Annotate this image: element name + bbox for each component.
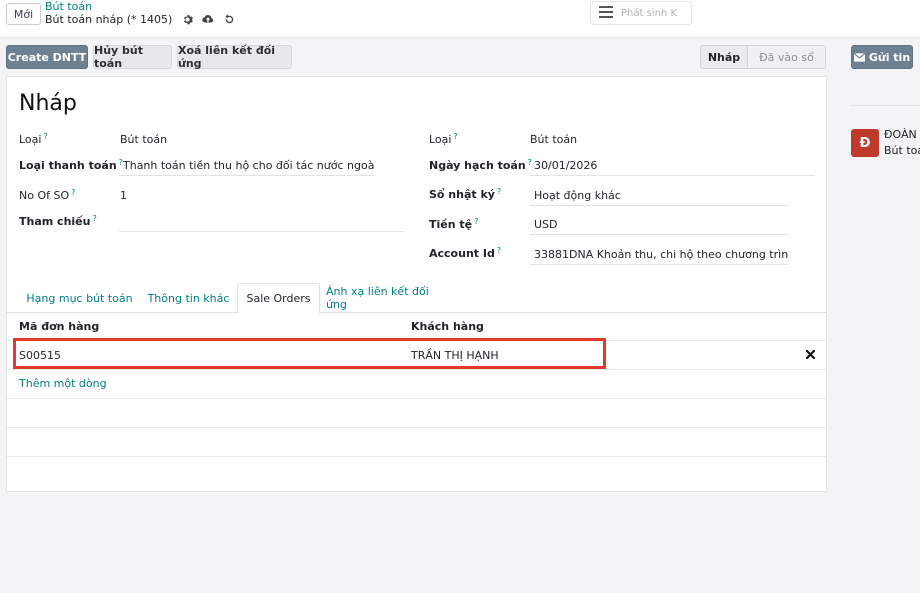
journal-field[interactable]: Hoạt động khác: [530, 186, 788, 206]
form-sheet: Nháp Loại? Bút toán Loại thanh toán? Tha…: [6, 76, 827, 492]
empty-row: [7, 428, 826, 457]
accounting-date-label-text: Ngày hạch toán: [429, 159, 526, 172]
discard-undo-icon[interactable]: [223, 14, 235, 26]
avatar[interactable]: Đ: [851, 129, 879, 157]
type-label-right-text: Loại: [429, 133, 452, 146]
type-value-left: Bút toán: [120, 133, 168, 146]
hamburger-menu-icon: [599, 5, 613, 21]
accounting-date-label: Ngày hạch toán?: [429, 158, 532, 172]
type-label-right: Loại?: [429, 132, 458, 146]
gear-icon[interactable]: [181, 14, 193, 26]
journal-label-text: Sổ nhật ký: [429, 188, 495, 201]
divider: [7, 456, 826, 457]
send-message-label: Gửi tin: [868, 50, 911, 64]
record-title: Nháp: [19, 91, 77, 116]
remove-reconcile-link-button[interactable]: Xoá liên kết đối ứng: [177, 44, 292, 70]
payment-type-label-text: Loại thanh toán: [19, 159, 117, 172]
notebook-tabs: Hạng mục bút toán Thông tin khác Sale Or…: [7, 283, 826, 314]
journal-label: Sổ nhật ký?: [429, 187, 501, 201]
send-message-button[interactable]: Gửi tin: [851, 45, 913, 69]
type-value-right: Bút toán: [530, 133, 578, 146]
activity-pill-label: Phát sinh K: [621, 7, 677, 19]
account-id-label: Account Id?: [429, 246, 501, 260]
type-label-left-text: Loại: [19, 133, 42, 146]
highlight-box: [13, 338, 606, 369]
no-of-so-value: 1: [120, 189, 127, 202]
cloud-upload-icon[interactable]: [202, 14, 214, 26]
control-panel: Mới Bút toán Bút toán nháp (* 1405) Phát…: [0, 0, 920, 38]
breadcrumb-parent-link[interactable]: Bút toán: [45, 0, 92, 13]
help-icon[interactable]: ?: [43, 132, 47, 141]
account-id-label-text: Account Id: [429, 247, 495, 260]
reference-label-text: Tham chiếu: [19, 215, 91, 228]
new-button[interactable]: Mới: [6, 3, 41, 25]
payment-type-field[interactable]: Thanh toán tiền thu hộ cho đối tác nước …: [119, 156, 375, 176]
divider: [7, 369, 826, 370]
no-of-so-label: No Of SO?: [19, 188, 75, 202]
status-bar: Nháp Đã vào sổ: [700, 45, 826, 69]
help-icon[interactable]: ?: [453, 132, 457, 141]
currency-label: Tiền tệ?: [429, 217, 478, 231]
account-id-field[interactable]: 33881DNA Khoản thu, chi hộ theo chương t…: [530, 245, 788, 265]
add-line-link[interactable]: Thêm một dòng: [19, 377, 107, 390]
tab-journal-items[interactable]: Hạng mục bút toán: [21, 283, 138, 313]
chatter-subtitle: Bút toá: [884, 144, 920, 157]
status-posted[interactable]: Đã vào sổ: [748, 45, 826, 69]
no-of-so-label-text: No Of SO: [19, 189, 70, 202]
payment-type-label: Loại thanh toán?: [19, 158, 123, 172]
chatter-divider: [850, 105, 920, 106]
status-draft[interactable]: Nháp: [700, 45, 748, 69]
currency-field[interactable]: USD: [530, 215, 788, 235]
breadcrumb-current: Bút toán nháp (* 1405): [45, 13, 235, 26]
delete-row-icon[interactable]: [803, 347, 817, 361]
chatter-author: ĐOÀN V: [884, 128, 920, 141]
cancel-entry-button[interactable]: Hủy bút toán: [93, 44, 172, 70]
currency-label-text: Tiền tệ: [429, 218, 473, 231]
help-icon[interactable]: ?: [71, 188, 75, 197]
help-icon[interactable]: ?: [497, 187, 501, 196]
help-icon[interactable]: ?: [92, 214, 96, 223]
accounting-date-field[interactable]: 30/01/2026: [530, 156, 815, 176]
create-dntt-button[interactable]: Create DNTT: [6, 45, 88, 69]
tab-sale-orders[interactable]: Sale Orders: [237, 283, 320, 314]
type-label-left: Loại?: [19, 132, 48, 146]
breadcrumb-current-label: Bút toán nháp (* 1405): [45, 13, 173, 26]
activity-pill[interactable]: Phát sinh K: [590, 1, 692, 25]
help-icon[interactable]: ?: [474, 217, 478, 226]
tab-other-info[interactable]: Thông tin khác: [144, 283, 233, 313]
help-icon[interactable]: ?: [497, 246, 501, 255]
reference-field[interactable]: [119, 212, 404, 232]
column-header-customer[interactable]: Khách hàng: [411, 320, 484, 333]
envelope-icon: [853, 52, 865, 62]
reference-label: Tham chiếu?: [19, 214, 97, 228]
tab-reconcile-mapping[interactable]: Ánh xạ liên kết đối ứng: [326, 283, 452, 313]
column-header-order-code[interactable]: Mã đơn hàng: [19, 320, 99, 333]
empty-row: [7, 399, 826, 428]
